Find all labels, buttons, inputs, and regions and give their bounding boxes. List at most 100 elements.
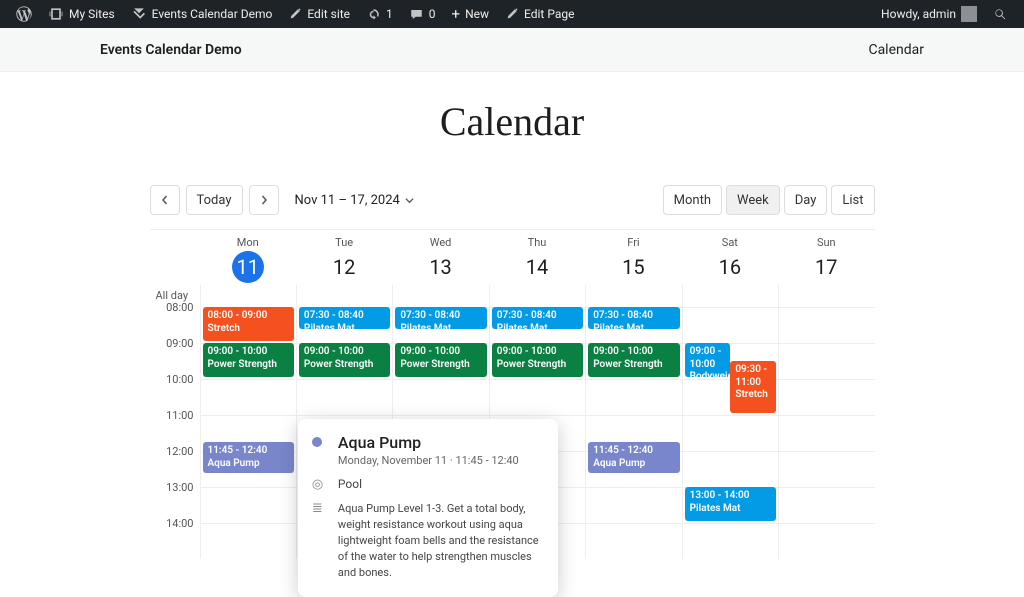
event-title: Power Strength	[497, 359, 578, 372]
wp-logo[interactable]	[8, 0, 40, 28]
event-aqua-pump[interactable]: 11:45 - 12:40Aqua Pump	[588, 442, 679, 473]
wp-mysites[interactable]: My Sites	[40, 0, 123, 28]
day-column[interactable]: 09:00 - 10:00Bodyweight09:30 - 11:00Stre…	[682, 307, 778, 559]
dow-label: Tue	[296, 236, 392, 249]
event-title: Stretch	[208, 323, 289, 336]
nav-calendar[interactable]: Calendar	[868, 42, 924, 58]
wp-editpage[interactable]: Edit Page	[497, 0, 582, 28]
chevron-left-icon	[160, 195, 170, 205]
hour-line	[297, 379, 392, 380]
hour-line	[683, 415, 778, 416]
allday-cell	[296, 285, 392, 307]
hour-line	[586, 487, 681, 488]
wp-sitename[interactable]: Events Calendar Demo	[123, 0, 281, 28]
event-stretch[interactable]: 08:00 - 09:00Stretch	[203, 307, 294, 341]
hour-line	[779, 415, 874, 416]
event-time: 09:00 - 10:00	[304, 346, 385, 359]
day-column[interactable]: 07:30 - 08:40Pilates Mat 09:00 - 10:00Pow…	[585, 307, 681, 559]
calendar-toolbar: Today Nov 11 – 17, 2024 Month Week Day L…	[150, 185, 875, 215]
event-time: 09:00 - 10:00	[690, 346, 726, 371]
event-pilates-mat[interactable]: 07:30 - 08:40Pilates Mat	[395, 307, 486, 329]
hour-line	[683, 523, 778, 524]
wp-howdy-label: Howdy, admin	[881, 7, 956, 21]
hour-line	[683, 307, 778, 308]
event-time: 08:00 - 09:00	[208, 310, 289, 323]
page-title: Calendar	[0, 98, 1024, 145]
location-icon: ◎	[312, 477, 323, 492]
day-number: 13	[425, 251, 457, 283]
event-title: Aqua Pump	[593, 458, 674, 471]
hour-line	[586, 379, 681, 380]
wp-search-icon[interactable]	[985, 0, 1016, 28]
view-week-button[interactable]: Week	[726, 185, 780, 215]
event-title: Pilates Mat	[690, 503, 771, 516]
time-label: 09:00	[150, 337, 200, 373]
dow-label: Mon	[200, 236, 296, 249]
event-power-strength[interactable]: 09:00 - 10:00Power Strength	[588, 343, 679, 377]
event-title: Stretch	[735, 389, 771, 402]
wp-editpage-label: Edit Page	[524, 7, 574, 21]
date-range-picker[interactable]: Nov 11 – 17, 2024	[295, 193, 414, 208]
event-time: 09:30 - 11:00	[735, 364, 771, 389]
dow-label: Thu	[489, 236, 585, 249]
prev-button[interactable]	[150, 185, 180, 215]
day-header-sat[interactable]: Sat 16	[682, 230, 778, 285]
wp-comments[interactable]: 0	[401, 0, 444, 28]
hour-line	[779, 487, 874, 488]
day-header-fri[interactable]: Fri 15	[585, 230, 681, 285]
event-pilates-mat[interactable]: 13:00 - 14:00Pilates Mat	[685, 487, 776, 521]
time-label: 13:00	[150, 481, 200, 517]
hour-line	[779, 307, 874, 308]
event-pilates-mat[interactable]: 07:30 - 08:40Pilates Mat	[299, 307, 390, 329]
hour-line	[490, 415, 585, 416]
event-title: Power Strength	[208, 359, 289, 372]
event-time: 07:30 - 08:40	[497, 310, 578, 323]
view-month-button[interactable]: Month	[663, 185, 722, 215]
allday-cell	[585, 285, 681, 307]
day-header-thu[interactable]: Thu 14	[489, 230, 585, 285]
today-button[interactable]: Today	[186, 185, 243, 215]
hour-line	[683, 451, 778, 452]
wp-editsite-label: Edit site	[307, 7, 350, 21]
event-bodyweight[interactable]: 09:00 - 10:00Bodyweight	[685, 343, 731, 377]
site-header: Events Calendar Demo Calendar	[0, 28, 1024, 72]
wp-sitename-label: Events Calendar Demo	[152, 7, 273, 21]
avatar	[961, 6, 977, 22]
wp-mysites-label: My Sites	[69, 7, 115, 21]
wp-editsite[interactable]: Edit site	[280, 0, 358, 28]
event-title: Power Strength	[593, 359, 674, 372]
event-time: 11:45 - 12:40	[593, 445, 674, 458]
event-time: 09:00 - 10:00	[208, 346, 289, 359]
day-column[interactable]	[778, 307, 874, 559]
wp-updates[interactable]: 1	[358, 0, 401, 28]
event-stretch[interactable]: 09:30 - 11:00Stretch	[730, 361, 776, 413]
time-label: 10:00	[150, 373, 200, 409]
site-title[interactable]: Events Calendar Demo	[100, 42, 242, 58]
event-title: Aqua Pump	[208, 458, 289, 471]
hour-line	[201, 415, 296, 416]
time-label: 14:00	[150, 517, 200, 553]
day-header-wed[interactable]: Wed 13	[392, 230, 488, 285]
event-power-strength[interactable]: 09:00 - 10:00Power Strength	[492, 343, 583, 377]
event-power-strength[interactable]: 09:00 - 10:00Power Strength	[203, 343, 294, 377]
event-pilates-mat[interactable]: 07:30 - 08:40Pilates Mat	[588, 307, 679, 329]
time-label: 12:00	[150, 445, 200, 481]
event-color-dot	[312, 437, 322, 447]
hour-line	[586, 523, 681, 524]
view-day-button[interactable]: Day	[784, 185, 828, 215]
view-list-button[interactable]: List	[831, 185, 874, 215]
day-header-sun[interactable]: Sun 17	[778, 230, 874, 285]
day-column[interactable]: 08:00 - 09:00Stretch09:00 - 10:00Power S…	[200, 307, 296, 559]
wp-new[interactable]: + New	[444, 0, 497, 28]
hour-line	[201, 487, 296, 488]
day-header-mon[interactable]: Mon 11	[200, 230, 296, 285]
next-button[interactable]	[249, 185, 279, 215]
allday-cell	[778, 285, 874, 307]
day-header-tue[interactable]: Tue 12	[296, 230, 392, 285]
event-power-strength[interactable]: 09:00 - 10:00Power Strength	[299, 343, 390, 377]
event-pilates-mat[interactable]: 07:30 - 08:40Pilates Mat	[492, 307, 583, 329]
popover-location: Pool	[338, 477, 362, 491]
event-power-strength[interactable]: 09:00 - 10:00Power Strength	[395, 343, 486, 377]
event-aqua-pump[interactable]: 11:45 - 12:40Aqua Pump	[203, 442, 294, 473]
wp-howdy[interactable]: Howdy, admin	[873, 0, 985, 28]
